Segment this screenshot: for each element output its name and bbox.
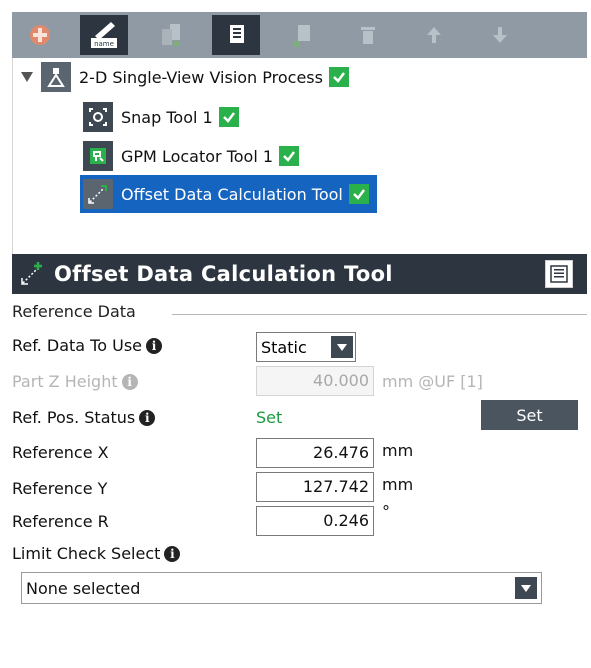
- rename-button[interactable]: name: [80, 15, 128, 55]
- info-icon[interactable]: i: [164, 545, 181, 562]
- offset-data-icon: [83, 179, 113, 209]
- process-tree: 2-D Single-View Vision Process Snap Tool…: [12, 58, 587, 254]
- tree-item-label: Snap Tool 1: [121, 107, 213, 127]
- move-up-icon: [427, 27, 441, 43]
- reference-x-label: Reference X: [12, 443, 109, 462]
- reference-r-label: Reference R: [12, 512, 109, 531]
- paste-button[interactable]: [212, 15, 260, 55]
- tree-item-gpm-locator[interactable]: GPM Locator Tool 1: [83, 139, 300, 173]
- info-icon: i: [121, 373, 138, 390]
- move-up-button[interactable]: [410, 15, 458, 55]
- info-icon[interactable]: i: [146, 337, 162, 354]
- dropdown-arrow-icon: [515, 577, 537, 599]
- offset-data-icon: [21, 262, 42, 285]
- part-z-height-unit: mm @UF [1]: [382, 372, 483, 391]
- checkmark-icon: [279, 146, 300, 166]
- rename-icon: name: [91, 22, 117, 48]
- reference-r-field[interactable]: 0.246: [256, 506, 374, 536]
- reference-r-unit: °: [382, 502, 390, 521]
- tree-item-snap-tool[interactable]: Snap Tool 1: [83, 100, 239, 134]
- tree-item-label: 2-D Single-View Vision Process: [79, 67, 323, 87]
- reference-y-unit: mm: [382, 475, 414, 494]
- reference-x-field[interactable]: 26.476: [256, 438, 374, 468]
- delete-button[interactable]: [344, 15, 392, 55]
- paste-disabled-icon: [294, 25, 310, 47]
- copy-button[interactable]: [146, 15, 194, 55]
- locator-icon: [83, 141, 113, 171]
- collapse-arrow-icon[interactable]: [21, 72, 33, 82]
- info-icon[interactable]: i: [139, 409, 156, 426]
- camera-icon: [83, 102, 113, 132]
- add-icon: [30, 25, 50, 45]
- ref-pos-status-value: Set: [256, 408, 283, 427]
- reference-y-field[interactable]: 127.742: [256, 472, 374, 502]
- checkmark-icon: [328, 67, 349, 87]
- move-down-icon: [493, 27, 507, 43]
- checkmark-icon: [348, 184, 369, 204]
- toolbar: name: [12, 12, 587, 58]
- ref-data-to-use-select[interactable]: Static: [256, 332, 356, 362]
- reference-x-unit: mm: [382, 441, 414, 460]
- reference-y-label: Reference Y: [12, 479, 108, 498]
- set-button[interactable]: Set: [481, 400, 578, 430]
- section-divider: [172, 314, 587, 315]
- delete-icon: [361, 27, 375, 44]
- ref-data-to-use-label: Ref. Data To Use i: [12, 336, 162, 355]
- ref-pos-status-label: Ref. Pos. Status i: [12, 408, 156, 427]
- paste-after-button[interactable]: [278, 15, 326, 55]
- list-menu-icon: [550, 265, 568, 283]
- paste-icon: [230, 25, 244, 43]
- panel-title: Offset Data Calculation Tool: [54, 262, 393, 286]
- limit-check-select-label: Limit Check Select i: [12, 544, 181, 563]
- copy-icon: [162, 24, 180, 46]
- add-button[interactable]: [16, 15, 64, 55]
- limit-check-select[interactable]: None selected: [21, 572, 542, 604]
- vision-process-icon: [41, 62, 71, 92]
- move-down-button[interactable]: [476, 15, 524, 55]
- tree-item-label: GPM Locator Tool 1: [121, 146, 274, 166]
- reference-data-form: Reference Data Ref. Data To Use i Static…: [12, 294, 587, 668]
- part-z-height-label: Part Z Height i: [12, 372, 138, 391]
- tree-item-label: Offset Data Calculation Tool: [121, 184, 343, 204]
- dropdown-arrow-icon: [331, 336, 353, 358]
- svg-text:name: name: [94, 40, 114, 48]
- section-label: Reference Data: [12, 302, 140, 321]
- tree-item-offset-data[interactable]: Offset Data Calculation Tool: [80, 175, 377, 213]
- part-z-height-field: 40.000: [256, 366, 374, 396]
- tree-item-root[interactable]: 2-D Single-View Vision Process: [21, 60, 349, 94]
- checkmark-icon: [218, 107, 239, 127]
- panel-menu-button[interactable]: [545, 260, 573, 288]
- tool-panel-header: Offset Data Calculation Tool: [12, 254, 587, 294]
